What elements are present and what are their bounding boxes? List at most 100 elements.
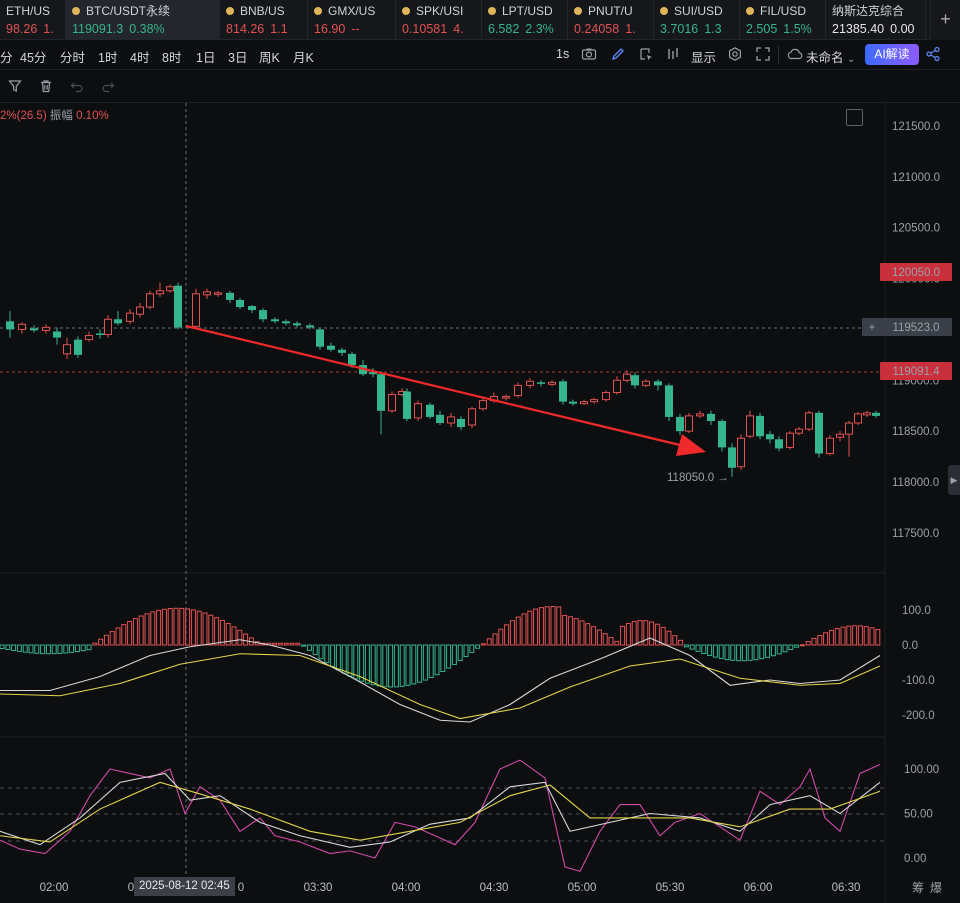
ticker-symbol: 纳斯达克综合 — [832, 3, 919, 19]
candle-body — [654, 381, 662, 386]
macd-histogram-bar — [0, 644, 5, 649]
ticker-name: 纳斯达克综合 — [832, 4, 905, 18]
ticker-change: 0.38% — [129, 22, 165, 36]
timeframe-option[interactable]: 45分 — [20, 47, 46, 66]
redo-icon[interactable] — [101, 79, 115, 96]
macd-histogram-bar — [846, 625, 852, 646]
expand-chart-icon[interactable] — [846, 109, 863, 126]
interval-button[interactable]: 1s — [556, 47, 569, 61]
macd-histogram-bar — [103, 634, 109, 646]
trash-icon[interactable] — [39, 79, 53, 96]
candle-body — [665, 385, 673, 417]
candle-body — [468, 408, 476, 426]
macd-histogram-bar — [347, 644, 353, 677]
cloud-icon[interactable] — [786, 46, 804, 65]
timeframe-option[interactable]: 分时 — [60, 47, 85, 66]
macd-histogram-bar — [521, 613, 527, 646]
high-price-tag: 120050.0 — [892, 267, 940, 279]
select-icon[interactable] — [638, 46, 654, 65]
macd-histogram-bar — [509, 620, 515, 646]
timeframe-option[interactable]: 4时 — [130, 47, 149, 66]
timeframe-option[interactable]: 3日 — [228, 47, 247, 66]
ticker-tab[interactable]: SUI/USD 3.7016 1.3 — [654, 0, 740, 40]
timeframe-option[interactable]: 分 — [0, 47, 13, 66]
ticker-tab[interactable]: ETH/US 98.26 1. — [0, 0, 66, 40]
ticker-tab[interactable]: FIL/USD 2.505 1.5% — [740, 0, 826, 40]
macd-histogram-bar — [515, 616, 521, 646]
kdj-d-line — [0, 781, 881, 843]
ticker-price: 0.10581 — [402, 22, 448, 36]
ticker-tab[interactable]: SPK/USI 0.10581 4. — [396, 0, 482, 40]
ticker-name: SPK/USI — [416, 4, 464, 18]
bottom-right-controls[interactable]: 筹爆 — [912, 879, 948, 896]
macd-histogram-bar — [417, 644, 423, 683]
macd-histogram-bar — [875, 628, 881, 646]
candle-body — [63, 344, 71, 355]
macd-histogram-bar — [295, 642, 301, 646]
candle-body — [327, 345, 335, 350]
timeframe-option[interactable]: 月K — [293, 47, 314, 66]
trend-arrow-shaft — [185, 324, 685, 448]
trading-app: ETH/US 98.26 1. BTC/USDT永续 119091.3 0.38% BNB/… — [0, 0, 960, 903]
macd-histogram-bar — [45, 644, 51, 655]
ticker-change: 1.3 — [704, 22, 722, 36]
candle-body — [718, 420, 726, 448]
collapse-panel-handle[interactable]: ▶ — [948, 465, 960, 495]
macd-histogram-bar — [289, 642, 295, 646]
macd-histogram-bar — [678, 639, 684, 646]
ticker-tab[interactable]: BTC/USDT永续 119091.3 0.38% — [66, 0, 220, 40]
coin-icon — [72, 7, 80, 15]
macd-histogram-bar — [399, 644, 405, 687]
layout-name-dropdown[interactable]: 未命名 ⌄ — [806, 47, 855, 66]
time-axis-label-partial: 0 — [238, 882, 244, 894]
macd-histogram-bar — [712, 644, 718, 658]
ticker-tab[interactable]: BNB/US 814.26 1.1 — [220, 0, 308, 40]
ai-analysis-button[interactable]: AI解读 — [865, 44, 919, 65]
gear-icon[interactable] — [727, 46, 743, 65]
macd-histogram-bar — [730, 644, 736, 661]
pen-icon[interactable] — [610, 46, 626, 65]
ticker-change: -- — [351, 22, 360, 36]
macd-histogram-bar — [759, 644, 765, 660]
camera-icon[interactable] — [581, 46, 597, 65]
macd-histogram-bar — [388, 644, 394, 688]
undo-icon[interactable] — [70, 79, 84, 96]
timeframe-option[interactable]: 1时 — [98, 47, 117, 66]
filter-icon[interactable] — [8, 79, 22, 96]
macd-histogram-bar — [272, 642, 278, 646]
ticker-price: 6.582 — [488, 22, 520, 36]
macd-histogram-bar — [167, 608, 173, 646]
macd-histogram-bar — [591, 626, 597, 646]
candle-body — [426, 404, 434, 417]
macd-histogram-bar — [817, 634, 823, 646]
ticker-tab[interactable]: 纳斯达克综合 21385.40 0.00 — [826, 0, 926, 40]
kdj-j-line — [0, 759, 881, 873]
chart-type-icon[interactable] — [665, 46, 681, 65]
candle-body — [590, 399, 598, 403]
candle-body — [166, 286, 174, 292]
share-icon[interactable] — [925, 46, 941, 65]
ticker-quote: 814.26 1.1 — [226, 20, 301, 38]
ticker-tab[interactable]: PNUT/U 0.24058 1. — [568, 0, 654, 40]
fullscreen-icon[interactable] — [755, 46, 771, 65]
add-tab-button[interactable]: + — [930, 0, 960, 40]
ticker-tab[interactable]: LPT/USD 6.582 2.3% — [482, 0, 568, 40]
macd-histogram-bar — [620, 625, 626, 646]
ticker-quote: 0.10581 4. — [402, 20, 475, 38]
candle-body — [203, 291, 211, 296]
ticker-price: 98.26 — [6, 22, 38, 36]
timeframe-option[interactable]: 1日 — [196, 47, 215, 66]
macd-histogram-bar — [794, 644, 800, 648]
candle-body — [388, 394, 396, 412]
chart-area[interactable]: 121500.0121000.0120500.0120000.0119500.0… — [0, 103, 960, 903]
macd-histogram-bar — [608, 636, 614, 646]
candle-body — [696, 413, 704, 417]
timeframe-option[interactable]: 周K — [259, 47, 280, 66]
candle-body — [236, 299, 244, 308]
timeframe-option[interactable]: 8时 — [162, 47, 181, 66]
display-button[interactable]: 显示 — [691, 47, 716, 66]
layout-name-label: 未命名 — [806, 51, 844, 65]
candle-body — [479, 400, 487, 410]
macd-histogram-bar — [208, 614, 214, 646]
ticker-tab[interactable]: GMX/US 16.90 -- — [308, 0, 396, 40]
